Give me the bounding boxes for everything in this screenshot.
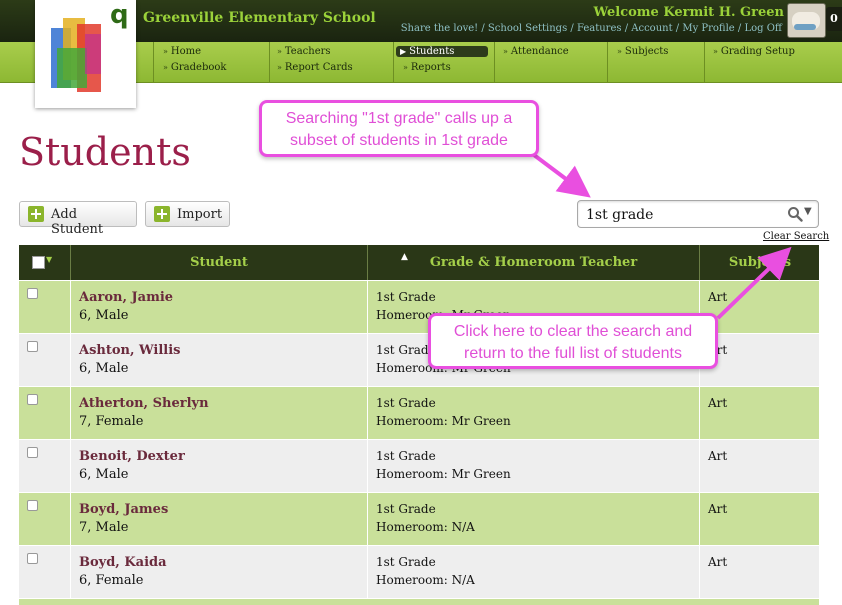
callout-clear-annotation: Click here to clear the search and retur… bbox=[428, 313, 718, 369]
callout-search-annotation: Searching "1st grade" calls up a subset … bbox=[259, 100, 539, 157]
arrow-to-clear-search bbox=[716, 246, 792, 320]
annotation-arrows bbox=[528, 150, 792, 320]
arrow-to-search bbox=[528, 150, 591, 198]
